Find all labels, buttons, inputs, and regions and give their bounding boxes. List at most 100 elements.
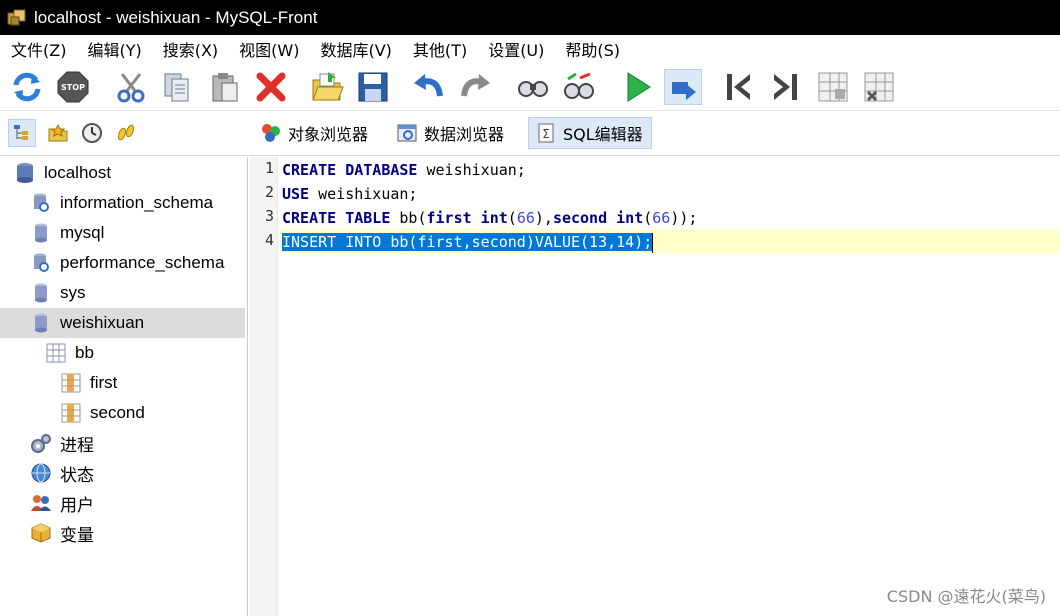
insert-record-button[interactable] [814, 69, 852, 105]
tab-sql-editor[interactable]: Σ SQL编辑器 [528, 117, 652, 149]
last-record-button[interactable] [766, 69, 804, 105]
menu-settings[interactable]: 设置(U) [477, 37, 554, 61]
sql-editor-icon: Σ [538, 123, 554, 143]
find-button[interactable] [514, 69, 552, 105]
last-icon [774, 74, 797, 100]
first-record-button[interactable] [720, 69, 758, 105]
code-line-1[interactable]: CREATE DATABASE weishixuan; [282, 158, 526, 182]
code-token: CREATE TABLE [282, 209, 391, 227]
sql-editor[interactable]: 1 2 3 4 CREATE DATABASE weishixuan; USE … [250, 157, 1060, 616]
menu-database[interactable]: 数据库(V) [309, 37, 401, 61]
tree-item-performance-schema[interactable]: performance_schema [0, 248, 245, 278]
insert-record-icon [818, 72, 848, 102]
tree-item-first[interactable]: first [0, 368, 245, 398]
menu-other[interactable]: 其他(T) [402, 37, 477, 61]
open-button[interactable] [308, 69, 346, 105]
refresh-button[interactable] [8, 69, 46, 105]
footprints-icon [118, 124, 134, 141]
menu-bar: 文件(Z) 编辑(Y) 搜索(X) 视图(W) 数据库(V) 其他(T) 设置(… [0, 35, 1060, 63]
run-icon [627, 72, 651, 102]
save-button[interactable] [354, 69, 392, 105]
menu-edit[interactable]: 编辑(Y) [76, 37, 151, 61]
system-database-icon [30, 252, 52, 274]
tree-item-mysql[interactable]: mysql [0, 218, 245, 248]
variables-icon [30, 522, 52, 544]
copy-button[interactable] [158, 69, 196, 105]
paste-button[interactable] [206, 69, 244, 105]
main-toolbar: STOP [0, 63, 1060, 111]
database-icon [30, 282, 52, 304]
copy-icon [164, 73, 189, 102]
code-token: USE [282, 185, 310, 203]
code-line-3[interactable]: CREATE TABLE bb(first int(66),second int… [282, 206, 697, 230]
tree-item-information-schema[interactable]: information_schema [0, 188, 245, 218]
tree-item-label: 用户 [60, 495, 94, 515]
run-selection-icon [672, 82, 696, 100]
code-token: ( [507, 209, 517, 227]
system-database-icon [30, 192, 52, 214]
sql-history-button[interactable] [112, 119, 140, 147]
tree-item-label: 进程 [60, 435, 94, 455]
tree-item-label: 变量 [60, 525, 94, 545]
tab-data-browser[interactable]: 数据浏览器 [390, 117, 512, 149]
cut-button[interactable] [112, 69, 150, 105]
menu-view[interactable]: 视图(W) [228, 37, 309, 61]
delete-button[interactable] [252, 69, 290, 105]
field-icon [60, 372, 82, 394]
redo-button[interactable] [456, 69, 494, 105]
tree-item-label: first [90, 373, 118, 392]
code-token: weishixuan; [417, 161, 526, 179]
menu-help[interactable]: 帮助(S) [554, 37, 630, 61]
tab-data-browser-label: 数据浏览器 [424, 125, 505, 144]
delete-record-icon [864, 72, 894, 102]
delete-record-button[interactable] [860, 69, 898, 105]
tree-item-second[interactable]: second [0, 398, 245, 428]
text-cursor [652, 232, 654, 253]
tab-object-browser[interactable]: 对象浏览器 [254, 117, 376, 149]
menu-file[interactable]: 文件(Z) [0, 37, 76, 61]
open-icon [312, 72, 344, 101]
tree-item-status[interactable]: 状态 [0, 458, 245, 488]
tree-item-variables[interactable]: 变量 [0, 518, 245, 548]
code-token: ), [534, 209, 553, 227]
database-icon [30, 222, 52, 244]
svg-text:Σ: Σ [542, 127, 550, 141]
tree-item-label: second [90, 403, 145, 422]
run-selection-button[interactable] [664, 69, 702, 105]
tree-item-processes[interactable]: 进程 [0, 428, 245, 458]
tree-item-sys[interactable]: sys [0, 278, 245, 308]
menu-search[interactable]: 搜索(X) [152, 37, 228, 61]
svg-text:STOP: STOP [61, 83, 85, 92]
code-token: bb( [390, 209, 427, 227]
navigation-bar: 对象浏览器 数据浏览器 Σ SQL编辑器 [0, 111, 1060, 156]
window-title: localhost - weishixuan - MySQL-Front [34, 7, 318, 27]
tree-item-bb[interactable]: bb [0, 338, 245, 368]
database-icon [30, 312, 52, 334]
tree-item-weishixuan[interactable]: weishixuan [0, 308, 245, 338]
replace-button[interactable] [560, 69, 598, 105]
run-button[interactable] [618, 69, 656, 105]
processes-icon [30, 432, 52, 454]
tree-view-button[interactable] [8, 119, 36, 147]
tree-item-label: sys [60, 283, 86, 302]
tree-item-localhost[interactable]: localhost [0, 158, 245, 188]
selected-code: INSERT INTO bb(first,second)VALUE(13,14)… [282, 233, 653, 251]
favorites-button[interactable] [44, 119, 72, 147]
favorites-folder-icon [48, 123, 68, 142]
code-token: second int [552, 209, 644, 227]
server-icon [14, 162, 36, 184]
line-number: 1 [264, 159, 274, 177]
tree-view-icon [14, 125, 28, 140]
tab-sql-editor-label: SQL编辑器 [563, 125, 643, 144]
stop-button[interactable]: STOP [54, 69, 92, 105]
undo-button[interactable] [410, 69, 448, 105]
field-icon [60, 402, 82, 424]
code-line-4[interactable]: INSERT INTO bb(first,second)VALUE(13,14)… [282, 230, 654, 254]
code-line-2[interactable]: USE weishixuan; [282, 182, 417, 206]
watermark: CSDN @遠花火(菜鸟) [886, 587, 1046, 606]
code-token: 66 [516, 209, 535, 227]
line-number: 2 [264, 183, 274, 201]
history-button[interactable] [78, 119, 106, 147]
data-browser-icon [397, 124, 417, 142]
tree-item-users[interactable]: 用户 [0, 488, 245, 518]
